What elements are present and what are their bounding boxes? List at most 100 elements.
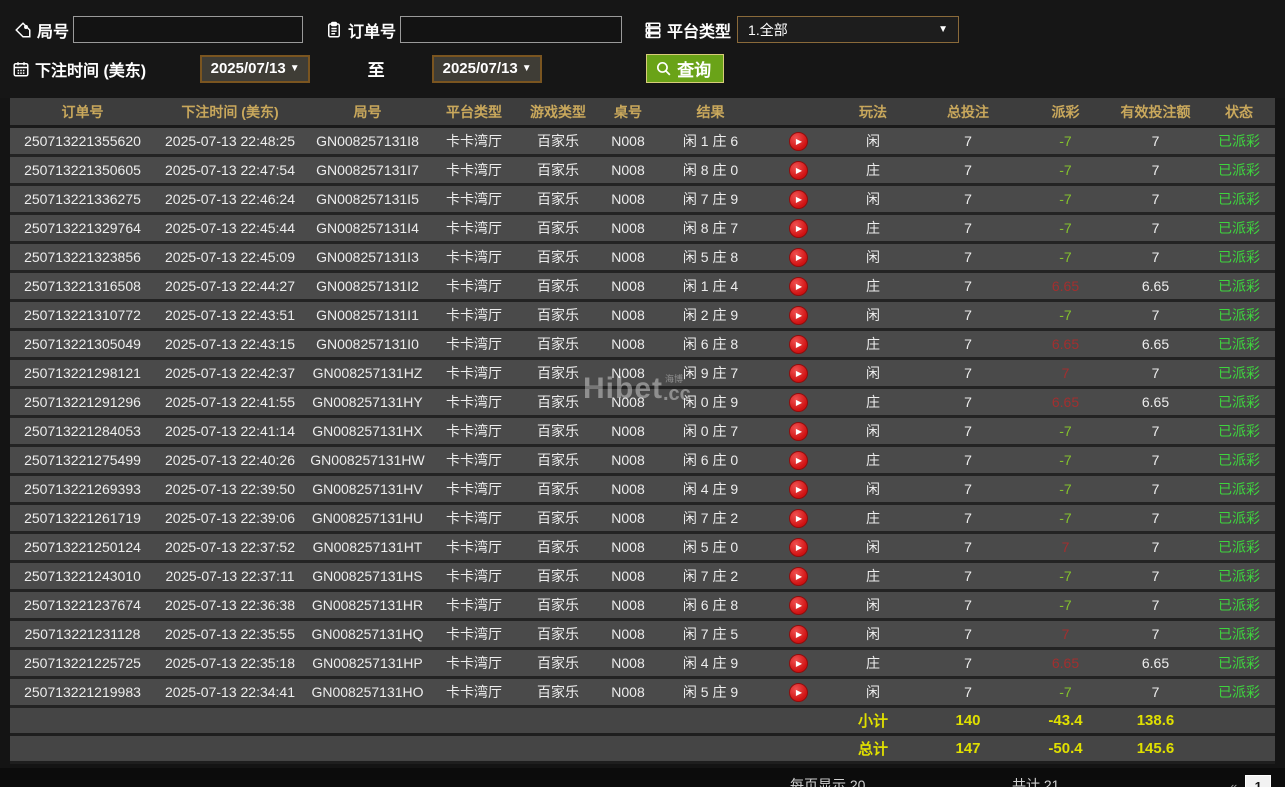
table-body: 250713221355620 2025-07-13 22:48:25 GN0082… — [10, 128, 1275, 708]
play-type-cell: 闲 — [866, 365, 880, 381]
date-to-picker[interactable]: 2025/07/13 ▼ — [432, 54, 543, 83]
play-icon[interactable]: ▶ — [788, 132, 808, 152]
valid-bet-cell: 7 — [1151, 626, 1160, 642]
play-icon[interactable]: ▶ — [788, 161, 808, 181]
bet-time-cell: 2025-07-13 22:43:15 — [165, 336, 295, 352]
platform-cell: 卡卡湾厅 — [446, 307, 502, 323]
valid-bet-cell: 7 — [1151, 365, 1160, 381]
play-icon[interactable]: ▶ — [788, 625, 808, 645]
order-number-input[interactable] — [400, 16, 623, 43]
play-icon[interactable]: ▶ — [788, 480, 808, 500]
total-bet-cell: 7 — [964, 481, 972, 497]
search-icon — [657, 61, 671, 76]
round-number-label-group: 局号 — [14, 18, 69, 42]
play-type-cell: 庄 — [866, 568, 880, 584]
platform-type-label-group: 平台类型 — [644, 18, 731, 42]
round-id-cell: GN008257131I5 — [316, 191, 419, 207]
date-from-picker[interactable]: 2025/07/13 ▼ — [200, 54, 311, 83]
table-number-cell: N008 — [611, 220, 645, 236]
payout-cell: 7 — [1061, 365, 1070, 381]
play-icon[interactable]: ▶ — [788, 306, 808, 326]
platform-cell: 卡卡湾厅 — [446, 133, 502, 149]
play-icon[interactable]: ▶ — [788, 335, 808, 355]
total-bet-cell: 7 — [964, 307, 972, 323]
payout-cell: -7 — [1059, 423, 1072, 439]
game-type-cell: 百家乐 — [537, 365, 579, 381]
game-type-cell: 百家乐 — [537, 278, 579, 294]
bet-time-cell: 2025-07-13 22:37:52 — [165, 539, 295, 555]
play-icon[interactable]: ▶ — [788, 364, 808, 384]
status-badge: 已派彩 — [1218, 307, 1260, 323]
play-icon[interactable]: ▶ — [788, 393, 808, 413]
table-row: 250713221336275 2025-07-13 22:46:24 GN0082… — [10, 186, 1275, 215]
play-icon[interactable]: ▶ — [788, 422, 808, 442]
total-count-text: 共计 21 — [1012, 777, 1060, 787]
play-icon[interactable]: ▶ — [788, 538, 808, 558]
play-icon[interactable]: ▶ — [788, 277, 808, 297]
platform-cell: 卡卡湾厅 — [446, 568, 502, 584]
order-id-cell: 250713221298121 — [24, 365, 141, 381]
status-badge: 已派彩 — [1218, 626, 1260, 642]
play-type-cell: 闲 — [866, 423, 880, 439]
total-bet: 147 — [955, 740, 981, 757]
table-number-cell: N008 — [611, 307, 645, 323]
page-number-button[interactable]: 1 — [1245, 775, 1272, 787]
play-icon[interactable]: ▶ — [788, 509, 808, 529]
platform-type-select[interactable]: 1.全部 ▼ — [737, 16, 960, 43]
play-icon[interactable]: ▶ — [788, 596, 808, 616]
valid-bet-cell: 7 — [1151, 481, 1160, 497]
game-type-cell: 百家乐 — [537, 568, 579, 584]
platform-cell: 卡卡湾厅 — [446, 655, 502, 671]
result-cell: 闲 6 庄 0 — [682, 452, 739, 468]
round-id-cell: GN008257131I0 — [316, 336, 419, 352]
status-badge: 已派彩 — [1218, 394, 1260, 410]
bet-time-cell: 2025-07-13 22:39:06 — [165, 510, 295, 526]
payout-cell: -7 — [1059, 162, 1072, 178]
platform-cell: 卡卡湾厅 — [446, 394, 502, 410]
table-row: 250713221225725 2025-07-13 22:35:18 GN0082… — [10, 650, 1275, 679]
status-badge: 已派彩 — [1218, 423, 1260, 439]
table-row: 250713221250124 2025-07-13 22:37:52 GN0082… — [10, 534, 1275, 563]
column-header: 下注时间 (美东) — [181, 103, 279, 120]
result-cell: 闲 2 庄 9 — [682, 307, 739, 323]
round-id-cell: GN008257131HS — [312, 568, 423, 584]
platform-cell: 卡卡湾厅 — [446, 365, 502, 381]
column-header: 订单号 — [61, 103, 104, 120]
calendar-icon — [12, 60, 30, 78]
payout-cell: -7 — [1059, 249, 1072, 265]
payout-cell: -7 — [1059, 191, 1072, 207]
table-number-cell: N008 — [611, 626, 645, 642]
total-bet-cell: 7 — [964, 655, 972, 671]
play-icon[interactable]: ▶ — [788, 451, 808, 471]
bet-time-label: 下注时间 (美东) — [35, 62, 147, 80]
subtotal-bet: 140 — [955, 712, 981, 729]
play-type-cell: 闲 — [866, 307, 880, 323]
play-type-cell: 闲 — [866, 133, 880, 149]
total-bet-cell: 7 — [964, 597, 972, 613]
result-cell: 闲 5 庄 9 — [682, 684, 739, 700]
total-payout: -50.4 — [1048, 740, 1083, 757]
total-bet-cell: 7 — [964, 220, 972, 236]
play-icon[interactable]: ▶ — [788, 654, 808, 674]
play-icon[interactable]: ▶ — [788, 567, 808, 587]
game-type-cell: 百家乐 — [537, 655, 579, 671]
query-button-label: 查询 — [677, 61, 712, 80]
play-icon[interactable]: ▶ — [788, 219, 808, 239]
prev-page-icon[interactable]: « — [1230, 779, 1237, 787]
valid-bet-cell: 6.65 — [1141, 336, 1170, 352]
game-type-cell: 百家乐 — [537, 539, 579, 555]
round-id-cell: GN008257131I4 — [316, 220, 419, 236]
round-id-cell: GN008257131HW — [310, 452, 425, 468]
table-number-cell: N008 — [611, 191, 645, 207]
play-icon[interactable]: ▶ — [788, 683, 808, 703]
column-header: 局号 — [353, 103, 382, 120]
round-number-input[interactable] — [73, 16, 304, 43]
table-row: 250713221316508 2025-07-13 22:44:27 GN0082… — [10, 273, 1275, 302]
order-id-cell: 250713221355620 — [24, 133, 141, 149]
play-icon[interactable]: ▶ — [788, 248, 808, 268]
play-icon[interactable]: ▶ — [788, 190, 808, 210]
result-cell: 闲 5 庄 0 — [682, 539, 739, 555]
result-cell: 闲 9 庄 7 — [682, 365, 739, 381]
order-id-cell: 250713221350605 — [24, 162, 141, 178]
query-button[interactable]: 查询 — [646, 54, 725, 83]
